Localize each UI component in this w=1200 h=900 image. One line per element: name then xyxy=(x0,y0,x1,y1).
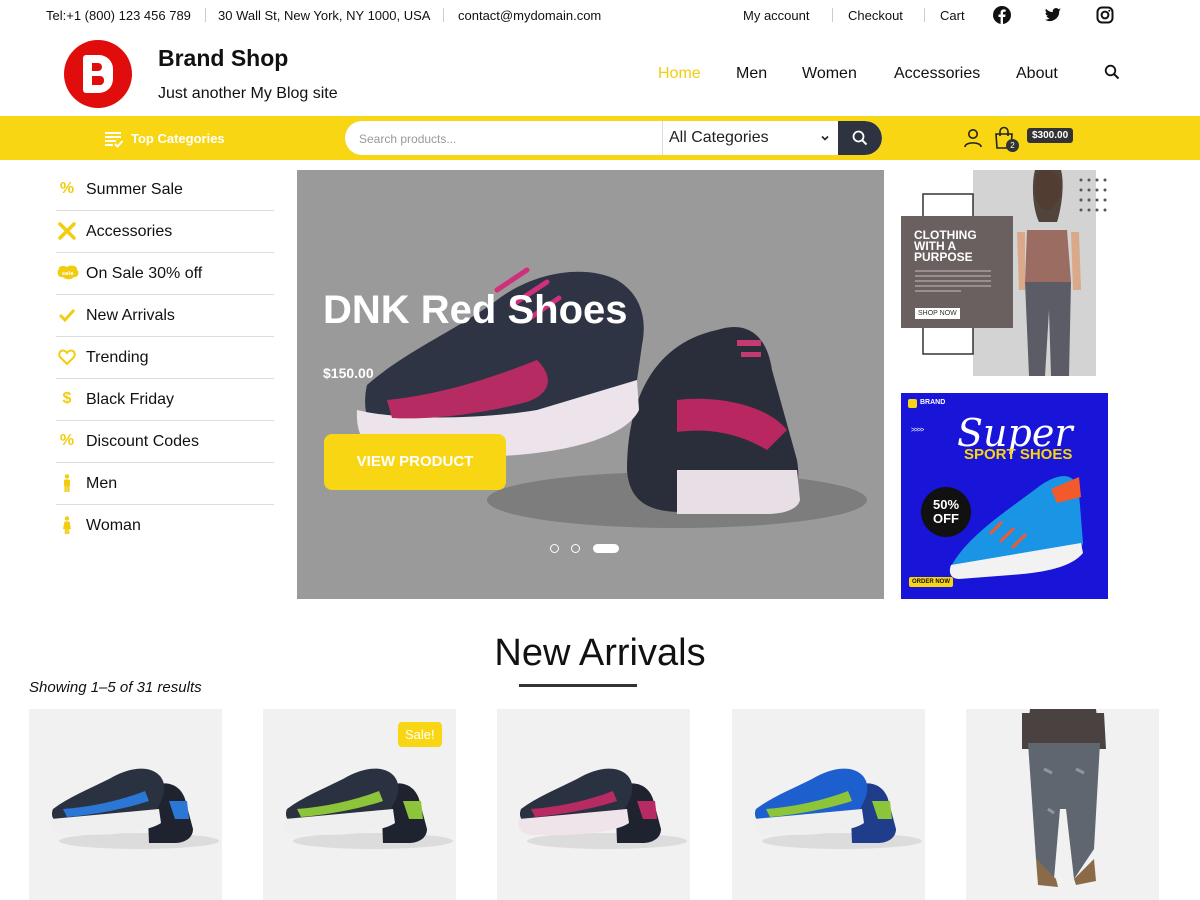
sidebar-item-label: Woman xyxy=(86,517,141,534)
shop-now-button[interactable]: SHOP NOW xyxy=(915,308,960,319)
slider-dot[interactable] xyxy=(571,544,580,553)
sport-shoes-promo-banner[interactable]: BRAND >>>> Super SPORT SHOES 50% OFF ORD… xyxy=(901,393,1108,599)
product-search-form: Search products... All Categories xyxy=(345,121,882,155)
sale-tag-icon: sale xyxy=(57,265,79,280)
slider-dot-active[interactable] xyxy=(593,544,619,553)
category-search-bar: Top Categories Search products... All Ca… xyxy=(0,116,1200,160)
check-icon xyxy=(58,308,76,323)
percent-icon: % xyxy=(59,180,75,197)
results-count: Showing 1–5 of 31 results xyxy=(29,679,202,696)
male-icon xyxy=(64,474,70,492)
hero-title: DNK Red Shoes xyxy=(323,288,628,332)
clothing-promo-heading: CLOTHING WITH A PURPOSE xyxy=(914,229,977,264)
product-image-red-black-sneakers xyxy=(518,768,687,849)
hero-shoe-image xyxy=(356,267,867,528)
brand-logo[interactable] xyxy=(64,40,132,108)
nav-men[interactable]: Men xyxy=(736,65,767,83)
tools-icon xyxy=(58,222,76,240)
female-icon xyxy=(63,516,71,534)
sidebar-item-label: Summer Sale xyxy=(86,181,183,198)
user-account-icon[interactable] xyxy=(963,128,983,148)
email-link[interactable]: contact@mydomain.com xyxy=(458,8,601,23)
heart-icon xyxy=(58,349,76,366)
product-card[interactable] xyxy=(29,709,222,900)
sidebar-item-discount-codes[interactable]: % Discount Codes xyxy=(56,421,274,463)
sidebar-item-label: Discount Codes xyxy=(86,433,199,450)
sidebar-item-woman[interactable]: Woman xyxy=(56,505,274,547)
sidebar-item-new-arrivals[interactable]: New Arrivals xyxy=(56,295,274,337)
site-title[interactable]: Brand Shop xyxy=(158,45,288,72)
cart-total[interactable]: $300.00 xyxy=(1027,128,1074,143)
view-product-button[interactable]: VIEW PRODUCT xyxy=(324,434,506,490)
search-submit-button[interactable] xyxy=(838,121,882,155)
divider xyxy=(205,8,206,22)
sidebar-item-accessories[interactable]: Accessories xyxy=(56,211,274,253)
sidebar-item-label: On Sale 30% off xyxy=(86,265,203,282)
sidebar-item-label: Black Friday xyxy=(86,391,175,408)
nav-accessories[interactable]: Accessories xyxy=(894,65,980,83)
divider xyxy=(662,121,663,155)
dollar-icon: $ xyxy=(62,390,72,407)
divider xyxy=(443,8,444,22)
section-title-underline xyxy=(519,684,637,687)
clothing-promo-body xyxy=(915,270,991,292)
top-bar: Tel:+1 (800) 123 456 789 30 Wall St, New… xyxy=(0,0,1200,32)
facebook-icon[interactable] xyxy=(993,6,1011,24)
search-input[interactable]: Search products... xyxy=(359,132,456,146)
percent-icon: % xyxy=(59,432,75,449)
sidebar-item-black-friday[interactable]: $ Black Friday xyxy=(56,379,274,421)
sidebar-item-label: Trending xyxy=(86,349,149,366)
category-list-icon xyxy=(105,132,124,148)
search-icon xyxy=(852,130,868,146)
search-icon[interactable] xyxy=(1104,64,1120,80)
divider xyxy=(832,8,833,22)
product-image-jeans-model xyxy=(1022,709,1106,887)
phone-number: Tel:+1 (800) 123 456 789 xyxy=(46,8,191,23)
chevron-down-icon[interactable] xyxy=(820,133,830,143)
category-select[interactable]: All Categories xyxy=(669,129,769,147)
blue-sneaker-image xyxy=(949,476,1083,579)
address: 30 Wall St, New York, NY 1000, USA xyxy=(218,8,431,23)
sidebar-item-on-sale[interactable]: sale On Sale 30% off xyxy=(56,253,274,295)
checkout-link[interactable]: Checkout xyxy=(848,8,903,23)
clothing-promo-banner[interactable]: CLOTHING WITH A PURPOSE SHOP NOW xyxy=(901,170,1108,376)
sale-badge: Sale! xyxy=(398,722,442,747)
cart-count-badge: 2 xyxy=(1006,139,1019,152)
svg-text:sale: sale xyxy=(62,271,74,277)
nav-home[interactable]: Home xyxy=(658,65,701,83)
section-title: New Arrivals xyxy=(494,632,706,674)
product-card[interactable] xyxy=(497,709,690,900)
logo-letter-b xyxy=(83,55,113,93)
order-now-button[interactable]: ORDER NOW xyxy=(909,577,953,587)
site-tagline: Just another My Blog site xyxy=(158,85,338,102)
nav-women[interactable]: Women xyxy=(802,65,857,83)
product-image-blue-green-sneakers xyxy=(753,768,922,849)
hero-slider: DNK Red Shoes $150.00 VIEW PRODUCT xyxy=(297,170,884,599)
instagram-icon[interactable] xyxy=(1096,6,1114,24)
sidebar-item-men[interactable]: Men xyxy=(56,463,274,505)
cart-link[interactable]: Cart xyxy=(940,8,965,23)
sidebar-item-summer-sale[interactable]: % Summer Sale xyxy=(56,169,274,211)
nav-about[interactable]: About xyxy=(1016,65,1058,83)
sidebar-item-trending[interactable]: Trending xyxy=(56,337,274,379)
product-card[interactable] xyxy=(732,709,925,900)
hero-price: $150.00 xyxy=(323,365,374,381)
product-image-blue-black-sneakers xyxy=(50,768,219,849)
my-account-link[interactable]: My account xyxy=(743,8,809,23)
sidebar-item-label: New Arrivals xyxy=(86,307,175,324)
top-categories-label: Top Categories xyxy=(131,131,225,146)
clothing-promo-heading-line: PURPOSE xyxy=(914,250,973,264)
sidebar-item-label: Accessories xyxy=(86,223,173,240)
product-card[interactable] xyxy=(966,709,1159,900)
slider-dot[interactable] xyxy=(550,544,559,553)
twitter-icon[interactable] xyxy=(1044,6,1062,24)
divider xyxy=(924,8,925,22)
sidebar-item-label: Men xyxy=(86,475,118,492)
